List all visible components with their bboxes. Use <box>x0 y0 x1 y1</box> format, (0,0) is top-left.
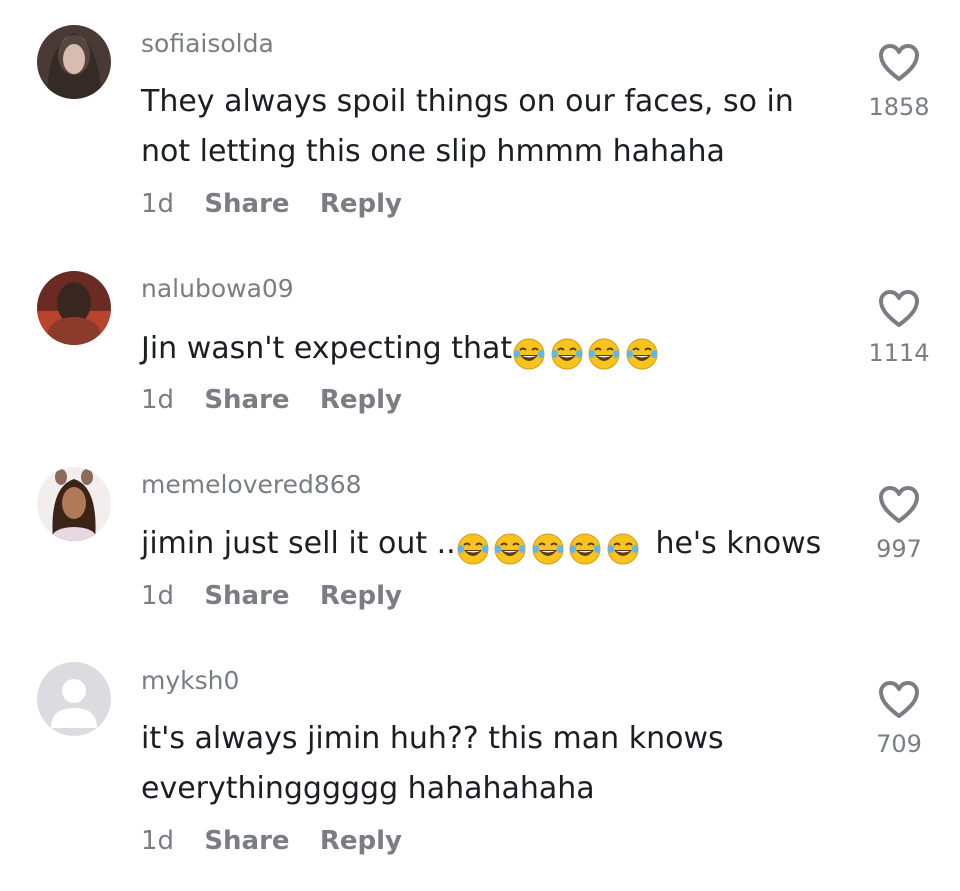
username[interactable]: nalubowa09 <box>141 274 294 304</box>
share-button[interactable]: Share <box>204 385 289 415</box>
emoji-group <box>456 523 639 573</box>
like-area: 1858 <box>854 43 944 121</box>
reply-button[interactable]: Reply <box>320 189 402 219</box>
comment-meta: 1d Share Reply <box>141 580 402 612</box>
comment-age: 1d <box>141 581 175 611</box>
comment-text-tail: he's knows <box>645 526 822 561</box>
share-button[interactable]: Share <box>204 189 289 219</box>
avatar-image <box>37 25 111 99</box>
like-area: 709 <box>854 680 944 758</box>
comment-meta: 1d Share Reply <box>141 384 402 416</box>
username[interactable]: sofiaisolda <box>141 29 274 59</box>
like-area: 1114 <box>854 289 944 367</box>
comment-text-body: Jin wasn't expecting that <box>141 331 513 366</box>
avatar[interactable] <box>37 467 111 541</box>
avatar[interactable] <box>37 662 111 736</box>
like-area: 997 <box>854 485 944 563</box>
face-with-tears-of-joy-icon <box>551 338 583 369</box>
avatar-image <box>37 467 111 541</box>
heart-icon[interactable] <box>877 485 921 525</box>
like-count: 997 <box>876 535 922 563</box>
username[interactable]: memelovered868 <box>141 470 362 500</box>
share-button[interactable]: Share <box>204 581 289 611</box>
reply-button[interactable]: Reply <box>320 581 402 611</box>
like-count: 1114 <box>868 339 930 367</box>
emoji-group <box>512 328 658 378</box>
comment-text-body: jimin just sell it out .. <box>141 526 456 561</box>
comment-text: it's always jimin huh?? this man knows e… <box>141 721 724 806</box>
avatar[interactable] <box>37 271 111 345</box>
default-person-avatar-icon <box>37 662 111 736</box>
comment-text: Jin wasn't expecting that <box>141 324 841 378</box>
comment-age: 1d <box>141 189 175 219</box>
heart-icon[interactable] <box>877 43 921 83</box>
face-with-tears-of-joy-icon <box>513 338 545 369</box>
like-count: 1858 <box>868 93 930 121</box>
face-with-tears-of-joy-icon <box>532 533 564 564</box>
comment-text: jimin just sell it out .. he's knows <box>141 519 861 573</box>
face-with-tears-of-joy-icon <box>588 338 620 369</box>
face-with-tears-of-joy-icon <box>626 338 658 369</box>
comment-meta: 1d Share Reply <box>141 188 402 220</box>
share-button[interactable]: Share <box>204 826 289 856</box>
comment-meta: 1d Share Reply <box>141 825 402 857</box>
reply-button[interactable]: Reply <box>320 385 402 415</box>
avatar-image <box>37 271 111 345</box>
reply-button[interactable]: Reply <box>320 826 402 856</box>
like-count: 709 <box>876 730 922 758</box>
face-with-tears-of-joy-icon <box>494 533 526 564</box>
comment-age: 1d <box>141 826 175 856</box>
avatar[interactable] <box>37 25 111 99</box>
face-with-tears-of-joy-icon <box>569 533 601 564</box>
heart-icon[interactable] <box>877 289 921 329</box>
comment-text: They always spoil things on our faces, s… <box>141 84 794 169</box>
username[interactable]: myksh0 <box>141 666 239 696</box>
face-with-tears-of-joy-icon <box>607 533 639 564</box>
heart-icon[interactable] <box>877 680 921 720</box>
face-with-tears-of-joy-icon <box>457 533 489 564</box>
comment-age: 1d <box>141 385 175 415</box>
